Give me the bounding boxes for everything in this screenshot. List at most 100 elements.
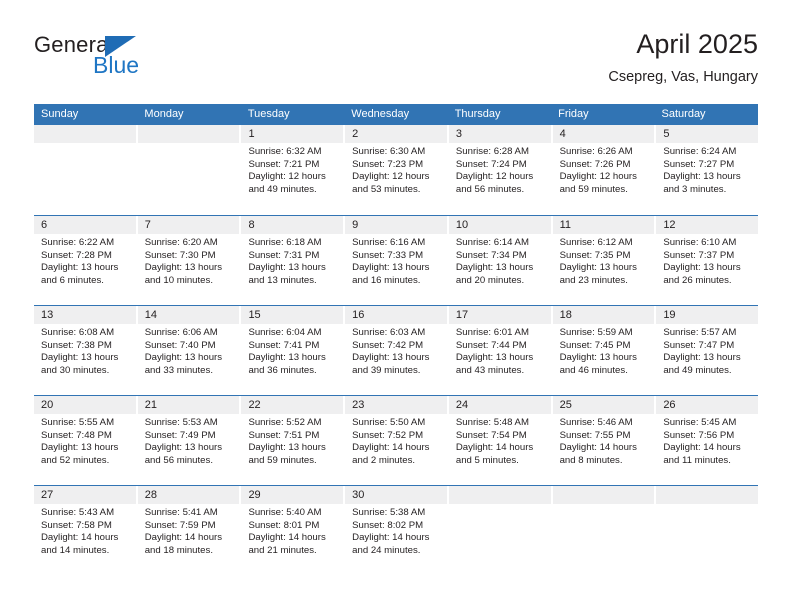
sunset-text: Sunset: 7:42 PM: [352, 339, 424, 351]
day-cell[interactable]: 12 Sunrise: 6:10 AM Sunset: 7:37 PM Dayl…: [656, 216, 759, 305]
day-details: Sunrise: 5:48 AM Sunset: 7:54 PM Dayligh…: [449, 414, 551, 467]
day-cell[interactable]: 8 Sunrise: 6:18 AM Sunset: 7:31 PM Dayli…: [241, 216, 346, 305]
day-details: Sunrise: 6:10 AM Sunset: 7:37 PM Dayligh…: [656, 234, 758, 287]
day-cell[interactable]: 20 Sunrise: 5:55 AM Sunset: 7:48 PM Dayl…: [34, 396, 138, 485]
day-cell[interactable]: [34, 125, 138, 215]
sunrise-text: Sunrise: 6:08 AM: [41, 327, 115, 338]
day-cell[interactable]: 28 Sunrise: 5:41 AM Sunset: 7:59 PM Dayl…: [137, 486, 242, 575]
daylight-text-line2: and 23 minutes.: [559, 274, 628, 286]
day-number: 19: [656, 306, 759, 324]
sunset-text: Sunset: 7:49 PM: [144, 429, 216, 441]
sunrise-text: Sunrise: 5:43 AM: [41, 507, 115, 518]
day-cell[interactable]: 2 Sunrise: 6:30 AM Sunset: 7:23 PM Dayli…: [345, 125, 449, 215]
day-cell[interactable]: 3 Sunrise: 6:28 AM Sunset: 7:24 PM Dayli…: [448, 125, 553, 215]
daylight-text-line2: and 5 minutes.: [455, 454, 519, 466]
day-cell[interactable]: [137, 125, 242, 215]
day-details: [553, 504, 655, 507]
day-cell[interactable]: 21 Sunrise: 5:53 AM Sunset: 7:49 PM Dayl…: [137, 396, 242, 485]
sunrise-text: Sunrise: 6:30 AM: [352, 146, 426, 157]
daylight-text-line2: and 56 minutes.: [455, 183, 525, 195]
day-cell[interactable]: 27 Sunrise: 5:43 AM Sunset: 7:58 PM Dayl…: [34, 486, 138, 575]
daylight-text-line1: Daylight: 13 hours: [144, 262, 223, 274]
sunrise-text: Sunrise: 5:41 AM: [144, 507, 218, 518]
sunset-text: Sunset: 7:26 PM: [559, 158, 631, 170]
day-cell[interactable]: 16 Sunrise: 6:03 AM Sunset: 7:42 PM Dayl…: [345, 306, 449, 395]
day-cell[interactable]: 10 Sunrise: 6:14 AM Sunset: 7:34 PM Dayl…: [448, 216, 553, 305]
day-cell[interactable]: 30 Sunrise: 5:38 AM Sunset: 8:02 PM Dayl…: [345, 486, 449, 575]
day-cell[interactable]: 25 Sunrise: 5:46 AM Sunset: 7:55 PM Dayl…: [552, 396, 657, 485]
daylight-text-line2: and 20 minutes.: [455, 274, 525, 286]
calendar-table: Sunday Monday Tuesday Wednesday Thursday…: [34, 104, 759, 575]
day-details: [34, 143, 136, 146]
day-details: Sunrise: 6:30 AM Sunset: 7:23 PM Dayligh…: [345, 143, 447, 196]
day-cell[interactable]: 26 Sunrise: 5:45 AM Sunset: 7:56 PM Dayl…: [656, 396, 759, 485]
sunrise-text: Sunrise: 5:59 AM: [559, 327, 633, 338]
daylight-text-line2: and 36 minutes.: [248, 364, 317, 376]
sunrise-text: Sunrise: 6:20 AM: [144, 237, 218, 248]
day-cell[interactable]: 4 Sunrise: 6:26 AM Sunset: 7:26 PM Dayli…: [552, 125, 657, 215]
day-number: 18: [552, 306, 655, 324]
day-number: 8: [241, 216, 344, 234]
daylight-text-line1: Daylight: 13 hours: [455, 352, 534, 364]
daylight-text-line2: and 16 minutes.: [352, 274, 421, 286]
day-number: 23: [345, 396, 447, 414]
day-number: 27: [34, 486, 136, 504]
calendar-week-row: 1 Sunrise: 6:32 AM Sunset: 7:21 PM Dayli…: [34, 125, 759, 215]
day-cell[interactable]: 17 Sunrise: 6:01 AM Sunset: 7:44 PM Dayl…: [448, 306, 553, 395]
day-number: 25: [552, 396, 655, 414]
sunrise-text: Sunrise: 6:18 AM: [248, 237, 322, 248]
daylight-text-line1: Daylight: 13 hours: [663, 352, 741, 364]
day-cell[interactable]: 11 Sunrise: 6:12 AM Sunset: 7:35 PM Dayl…: [552, 216, 657, 305]
page-title: April 2025: [636, 29, 758, 59]
day-cell[interactable]: 5 Sunrise: 6:24 AM Sunset: 7:27 PM Dayli…: [656, 125, 759, 215]
day-cell[interactable]: 23 Sunrise: 5:50 AM Sunset: 7:52 PM Dayl…: [345, 396, 449, 485]
day-cell[interactable]: 1 Sunrise: 6:32 AM Sunset: 7:21 PM Dayli…: [241, 125, 346, 215]
day-details: Sunrise: 6:32 AM Sunset: 7:21 PM Dayligh…: [241, 143, 343, 196]
daylight-text-line2: and 14 minutes.: [41, 544, 110, 556]
day-number: 4: [552, 125, 655, 143]
day-cell[interactable]: 24 Sunrise: 5:48 AM Sunset: 7:54 PM Dayl…: [448, 396, 553, 485]
daylight-text-line1: Daylight: 13 hours: [663, 262, 741, 274]
calendar-page: General Blue April 2025 Csepreg, Vas, Hu…: [0, 0, 792, 612]
day-number: 3: [448, 125, 551, 143]
day-details: Sunrise: 5:52 AM Sunset: 7:51 PM Dayligh…: [241, 414, 343, 467]
daylight-text-line1: Daylight: 13 hours: [559, 352, 637, 364]
day-cell[interactable]: 15 Sunrise: 6:04 AM Sunset: 7:41 PM Dayl…: [241, 306, 346, 395]
day-cell[interactable]: [552, 486, 657, 575]
day-number: 14: [137, 306, 240, 324]
daylight-text-line1: Daylight: 12 hours: [559, 171, 637, 183]
day-number: 10: [448, 216, 551, 234]
daylight-text-line2: and 11 minutes.: [663, 454, 731, 466]
sunrise-text: Sunrise: 6:04 AM: [248, 327, 322, 338]
day-cell[interactable]: 7 Sunrise: 6:20 AM Sunset: 7:30 PM Dayli…: [137, 216, 242, 305]
day-details: Sunrise: 6:03 AM Sunset: 7:42 PM Dayligh…: [345, 324, 447, 377]
day-number: 24: [448, 396, 551, 414]
day-cell[interactable]: 29 Sunrise: 5:40 AM Sunset: 8:01 PM Dayl…: [241, 486, 346, 575]
sunrise-text: Sunrise: 6:16 AM: [352, 237, 426, 248]
day-details: Sunrise: 5:50 AM Sunset: 7:52 PM Dayligh…: [345, 414, 447, 467]
daylight-text-line2: and 33 minutes.: [144, 364, 213, 376]
calendar-week-row: 6 Sunrise: 6:22 AM Sunset: 7:28 PM Dayli…: [34, 215, 759, 305]
day-cell[interactable]: 19 Sunrise: 5:57 AM Sunset: 7:47 PM Dayl…: [656, 306, 759, 395]
sunrise-text: Sunrise: 6:14 AM: [455, 237, 529, 248]
day-number: 5: [656, 125, 759, 143]
sunrise-text: Sunrise: 5:57 AM: [663, 327, 737, 338]
daylight-text-line1: Daylight: 14 hours: [455, 442, 534, 454]
day-cell[interactable]: 13 Sunrise: 6:08 AM Sunset: 7:38 PM Dayl…: [34, 306, 138, 395]
daylight-text-line1: Daylight: 12 hours: [352, 171, 430, 183]
sunrise-text: Sunrise: 6:24 AM: [663, 146, 737, 157]
day-cell[interactable]: 18 Sunrise: 5:59 AM Sunset: 7:45 PM Dayl…: [552, 306, 657, 395]
day-cell[interactable]: 6 Sunrise: 6:22 AM Sunset: 7:28 PM Dayli…: [34, 216, 138, 305]
day-details: Sunrise: 6:28 AM Sunset: 7:24 PM Dayligh…: [449, 143, 551, 196]
day-cell[interactable]: [656, 486, 759, 575]
day-cell[interactable]: 22 Sunrise: 5:52 AM Sunset: 7:51 PM Dayl…: [241, 396, 346, 485]
logo-text-blue: Blue: [93, 52, 140, 78]
day-cell[interactable]: [448, 486, 553, 575]
daylight-text-line1: Daylight: 14 hours: [352, 532, 430, 544]
day-cell[interactable]: 9 Sunrise: 6:16 AM Sunset: 7:33 PM Dayli…: [345, 216, 449, 305]
sunrise-text: Sunrise: 6:10 AM: [663, 237, 737, 248]
day-details: Sunrise: 6:08 AM Sunset: 7:38 PM Dayligh…: [34, 324, 136, 377]
sunset-text: Sunset: 7:27 PM: [663, 158, 735, 170]
day-number: [448, 486, 551, 504]
day-cell[interactable]: 14 Sunrise: 6:06 AM Sunset: 7:40 PM Dayl…: [137, 306, 242, 395]
